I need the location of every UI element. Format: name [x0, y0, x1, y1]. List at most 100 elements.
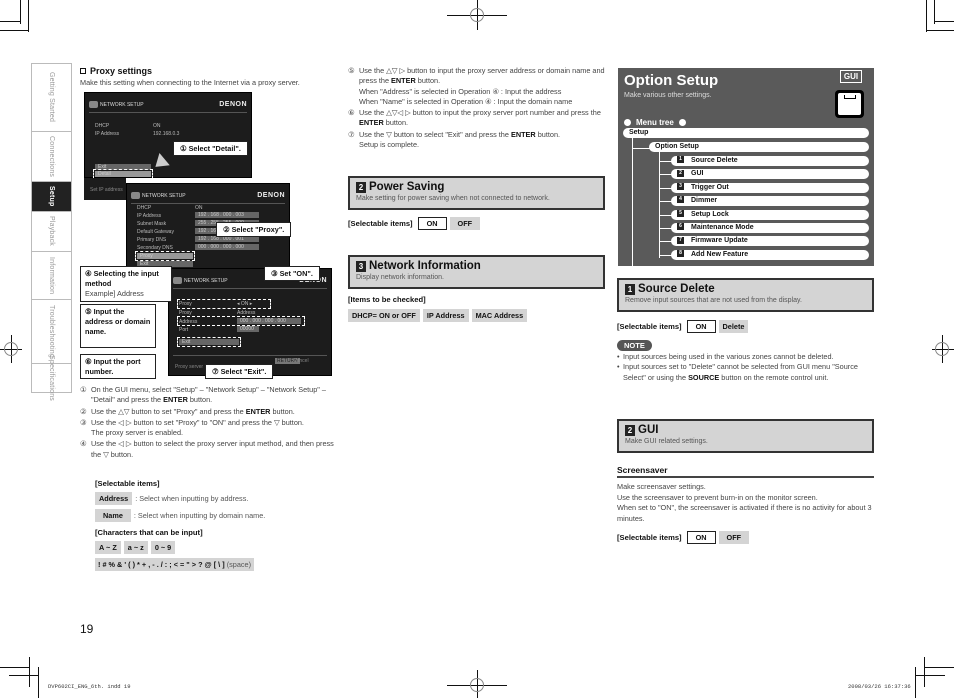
power-saving-options: [Selectable items] ON OFF — [348, 217, 483, 230]
screen-network-setup-3: NETWORK SETUP DENON Proxy ◂ ON ▸ Proxy A… — [168, 268, 332, 376]
proxy-steps-1-4: ① On the GUI menu, select "Setup" – "Net… — [80, 385, 338, 461]
tree-node-item[interactable]: 4 Dimmer — [671, 196, 869, 207]
tree-node-setup[interactable]: Setup — [623, 128, 869, 138]
item-label: Trigger Out — [691, 183, 729, 191]
screen-row-value: 00000 — [237, 326, 259, 332]
item-number-icon: 7 — [677, 236, 684, 244]
side-tab-connections[interactable]: Connections — [32, 132, 71, 182]
desc-line: When set to "ON", the screensaver is act… — [617, 503, 872, 523]
tree-node-item[interactable]: 8 Add New Feature — [671, 249, 869, 260]
step-number: ① — [80, 385, 87, 394]
note-item: • Input sources being used in the various… — [617, 352, 834, 361]
section-power-saving: 2 Power Saving Make setting for power sav… — [348, 176, 605, 210]
item-number-icon: 4 — [677, 196, 684, 204]
tree-node-item[interactable]: 7 Firmware Update — [671, 236, 869, 247]
side-tab-getting-started[interactable]: Getting Started — [32, 64, 71, 132]
button-name: ENTER — [391, 76, 416, 86]
screen-row-label: IP Address — [137, 213, 162, 219]
step-text: button. — [535, 129, 561, 139]
step-text: Use the ◁ ▷ button to set "Proxy" to "ON… — [91, 417, 304, 427]
step-note: The proxy server is enabled. — [91, 428, 184, 438]
tree-node-item[interactable]: 2 GUI — [671, 169, 869, 180]
item-number-icon: 6 — [677, 223, 684, 231]
section-tabs: Getting Started Connections Setup Playba… — [31, 63, 72, 401]
item-label: Source Delete — [691, 157, 738, 164]
section-source-delete: 1 Source Delete Remove input sources that… — [617, 278, 874, 312]
items-checked-label: [Items to be checked] — [348, 295, 426, 304]
desc-line: Make screensaver settings. — [617, 482, 706, 491]
network-icon — [173, 277, 182, 284]
item-number-icon: 3 — [677, 182, 684, 190]
button-name: ENTER — [510, 129, 536, 139]
tree-node-item[interactable]: 5 Setup Lock — [671, 209, 869, 220]
screen-row-label: Primary DNS — [137, 237, 167, 243]
callout-input-port: ⑥ Input the port number. — [80, 354, 156, 379]
item-label: Add New Feature — [691, 250, 749, 258]
note-list: • Input sources being used in the various… — [617, 352, 874, 383]
step-number: ② — [80, 406, 87, 416]
network-icon — [131, 192, 140, 199]
side-tab-information[interactable]: Information — [32, 252, 71, 300]
section-number: 1 — [625, 283, 635, 295]
section-desc: Make setting for power saving when not c… — [356, 195, 550, 202]
item-label: GUI — [691, 170, 704, 178]
option-chip: Name — [95, 509, 131, 522]
screen-cancel-label: Cancel — [293, 358, 309, 364]
section-desc: Make GUI related settings. — [625, 438, 708, 445]
option-off: OFF — [718, 531, 750, 544]
callout-input-method: ④ Selecting the input method Example] Ad… — [80, 266, 172, 302]
menu-tree-label: Menu tree — [624, 118, 686, 127]
item-label: Firmware Update — [691, 237, 748, 245]
item-number-icon: 1 — [677, 156, 684, 164]
char-chip: a ~ z — [123, 541, 148, 554]
note-label: NOTE — [617, 340, 652, 351]
option-desc: : Select when inputting by address. — [135, 494, 249, 503]
screen-row-label: Port — [179, 327, 189, 333]
option-on: ON — [686, 320, 716, 333]
section-title: Source Delete — [638, 283, 715, 295]
button-name: SOURCE — [688, 372, 720, 382]
highlight-proxy — [135, 251, 195, 261]
tree-node-item[interactable]: 1 Source Delete — [671, 156, 869, 166]
note-text: button on the remote control unit. — [719, 372, 829, 382]
step-item: ③ Use the ◁ ▷ button to set "Proxy" to "… — [80, 418, 338, 439]
tree-node-option-setup[interactable]: Option Setup — [649, 142, 869, 152]
option-desc: : Select when inputting by domain name. — [133, 511, 266, 520]
step-item: ① On the GUI menu, select "Setup" – "Net… — [80, 385, 338, 406]
tree-node-item[interactable]: 3 Trigger Out — [671, 182, 869, 193]
option-setup-panel: Option Setup Make various other settings… — [618, 68, 874, 266]
footer-file: DVP602CI_ENG_6th. indd 19 — [48, 683, 131, 690]
button-name: ENTER — [359, 118, 384, 128]
highlight-address — [177, 316, 305, 326]
network-icon — [89, 101, 98, 108]
tree-node-item[interactable]: 6 Maintenance Mode — [671, 223, 869, 233]
char-chip: 0 ~ 9 — [150, 541, 176, 554]
callout-subtitle: Example] Address — [85, 289, 144, 298]
screen-row-value: 192.168.0.3 — [153, 131, 180, 137]
screen-header: NETWORK SETUP DENON — [131, 188, 285, 204]
section-title: GUI — [638, 424, 659, 436]
screen-row-value: 192 . 168 . 000 . 003 — [195, 212, 259, 218]
characters-label: [Characters that can be input] — [95, 528, 203, 537]
symbol-list: ! # % & ' ( ) * + , - . / : ; < = " > ? … — [98, 560, 225, 569]
callout-input-address: ⑤ Input the address or domain name. — [80, 304, 156, 348]
brand-logo: DENON — [257, 192, 285, 199]
step-number: ⑤ — [348, 66, 355, 75]
screen-divider — [173, 355, 327, 356]
step-item: ② Use the △▽ button to set "Proxy" and p… — [80, 407, 338, 417]
side-tab-specifications[interactable]: Specifications — [32, 355, 71, 401]
step-item: ④ Use the ◁ ▷ button to select the proxy… — [80, 439, 338, 460]
info-chip: MAC Address — [471, 309, 528, 322]
side-tab-playback[interactable]: Playback — [32, 212, 71, 252]
screen-row-label: Subnet Mask — [137, 221, 167, 227]
desc-line: Use the screensaver to prevent burn-in o… — [617, 492, 818, 502]
item-label: Maintenance Mode — [691, 224, 754, 231]
note-text: Input sources being used in the various … — [623, 352, 834, 361]
option-delete: Delete — [718, 320, 749, 333]
step-text: button. — [187, 395, 213, 405]
side-tab-setup[interactable]: Setup — [32, 182, 71, 212]
proxy-intro: Make this setting when connecting to the… — [80, 78, 300, 87]
screen-row-label: DHCP — [95, 123, 110, 129]
step-note: Setup is complete. — [359, 140, 420, 150]
selectable-items-label: [Selectable items] — [617, 533, 682, 542]
